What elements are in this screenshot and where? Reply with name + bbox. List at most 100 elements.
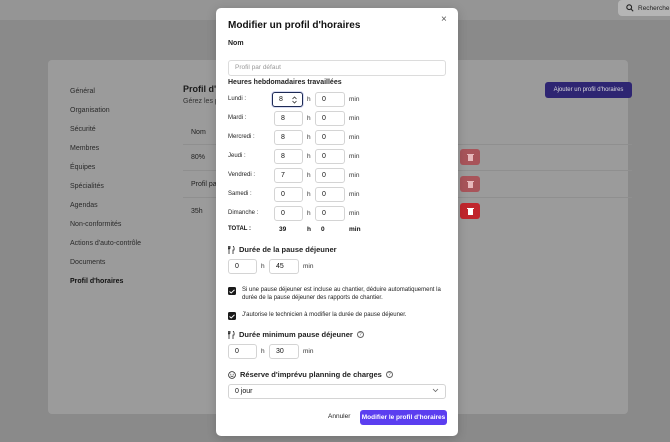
add-profile-button[interactable]: Ajouter un profil d'horaires xyxy=(545,82,632,98)
day-label-dimanche: Dimanche : xyxy=(228,210,259,216)
samedi-minutes-input[interactable]: 0 xyxy=(315,187,345,202)
modal-title: Modifier un profil d'horaires xyxy=(228,20,361,31)
vendredi-minutes-input[interactable]: 0 xyxy=(315,168,345,183)
lundi-minutes-input[interactable]: 0 xyxy=(315,92,345,107)
vendredi-hours-input[interactable]: 7 xyxy=(274,168,303,183)
lunch-hours-input[interactable]: 0 xyxy=(228,259,257,274)
minutes-unit: min xyxy=(349,210,360,217)
cancel-button[interactable]: Annuler xyxy=(328,413,350,420)
total-label: TOTAL : xyxy=(228,226,251,232)
name-input[interactable]: Profil par défaut xyxy=(228,60,446,76)
trash-icon xyxy=(466,154,474,161)
hours-unit: h xyxy=(307,153,311,160)
delete-button[interactable] xyxy=(460,203,480,219)
minutes-unit: min xyxy=(349,153,360,160)
delete-button[interactable] xyxy=(460,149,480,165)
hours-unit: h xyxy=(261,348,265,355)
allow-edit-text: J'autorise le technicien à modifier la d… xyxy=(242,312,407,318)
nav-item-organisation[interactable]: Organisation xyxy=(70,106,141,125)
hours-label: Heures hebdomadaires travaillées xyxy=(228,79,342,86)
table-row[interactable]: Profil pa xyxy=(191,181,217,188)
cutlery-icon xyxy=(228,330,235,339)
nav-item-profil-horaires[interactable]: Profil d'horaires xyxy=(70,277,141,296)
page-subtitle: Gérez les p xyxy=(183,98,219,105)
search-icon xyxy=(626,4,634,12)
name-label: Nom xyxy=(228,40,244,47)
trash-icon xyxy=(466,208,474,215)
nav-item-specialites[interactable]: Spécialités xyxy=(70,182,141,201)
total-hours-unit: h xyxy=(307,226,311,233)
check-icon xyxy=(229,313,235,319)
nav-item-agendas[interactable]: Agendas xyxy=(70,201,141,220)
minutes-unit: min xyxy=(349,191,360,198)
min-lunch-section-title: Durée minimum pause déjeuner ? xyxy=(228,330,364,339)
checkbox-checked[interactable] xyxy=(228,287,236,295)
trash-icon xyxy=(466,181,474,188)
hours-unit: h xyxy=(307,115,311,122)
day-label-samedi: Samedi : xyxy=(228,191,252,197)
settings-nav: Général Organisation Sécurité Membres Éq… xyxy=(70,87,141,296)
jeudi-hours-input[interactable]: 8 xyxy=(274,149,303,164)
minutes-unit: min xyxy=(303,263,314,270)
day-label-mardi: Mardi : xyxy=(228,115,247,121)
min-lunch-minutes-input[interactable]: 30 xyxy=(269,344,299,359)
column-header-name: Nom xyxy=(191,129,206,136)
lundi-hours-input[interactable]: 8 xyxy=(272,92,303,107)
deduct-lunch-checkbox-row[interactable]: Si une pause déjeuner est incluse au cha… xyxy=(228,286,450,302)
reserve-value: 0 jour xyxy=(235,388,253,395)
mardi-hours-input[interactable]: 8 xyxy=(274,111,303,126)
nav-item-non-conformites[interactable]: Non-conformités xyxy=(70,220,141,239)
minutes-unit: min xyxy=(349,96,360,103)
minutes-unit: min xyxy=(349,172,360,179)
total-hours: 39 xyxy=(279,226,287,233)
table-row[interactable]: 35h xyxy=(191,208,203,215)
nav-item-securite[interactable]: Sécurité xyxy=(70,125,141,144)
min-lunch-hours-input[interactable]: 0 xyxy=(228,344,257,359)
minutes-unit: min xyxy=(349,134,360,141)
search-button[interactable]: Recherche xyxy=(618,0,670,16)
nav-item-general[interactable]: Général xyxy=(70,87,141,106)
day-label-lundi: Lundi : xyxy=(228,96,247,102)
nav-item-membres[interactable]: Membres xyxy=(70,144,141,163)
mercredi-minutes-input[interactable]: 0 xyxy=(315,130,345,145)
lunch-minutes-input[interactable]: 45 xyxy=(269,259,299,274)
deduct-lunch-text: Si une pause déjeuner est incluse au cha… xyxy=(242,287,441,301)
mardi-minutes-input[interactable]: 0 xyxy=(315,111,345,126)
hours-unit: h xyxy=(261,263,265,270)
search-label: Recherche xyxy=(638,4,670,12)
dimanche-hours-input[interactable]: 0 xyxy=(274,206,303,221)
hours-unit: h xyxy=(307,172,311,179)
hours-unit: h xyxy=(307,96,311,103)
reserve-label: Réserve d'imprévu planning de charges xyxy=(240,370,382,379)
nav-item-documents[interactable]: Documents xyxy=(70,258,141,277)
jeudi-minutes-input[interactable]: 0 xyxy=(315,149,345,164)
checkbox-checked[interactable] xyxy=(228,312,236,320)
min-lunch-label: Durée minimum pause déjeuner xyxy=(239,330,353,339)
mercredi-hours-input[interactable]: 8 xyxy=(274,130,303,145)
lunch-label: Durée de la pause déjeuner xyxy=(239,245,337,254)
dimanche-minutes-input[interactable]: 0 xyxy=(315,206,345,221)
chevron-down-icon xyxy=(432,388,439,393)
total-minutes: 0 xyxy=(321,226,325,233)
lunch-section-title: Durée de la pause déjeuner xyxy=(228,245,337,254)
reserve-select[interactable]: 0 jour xyxy=(228,384,446,399)
allow-edit-checkbox-row[interactable]: J'autorise le technicien à modifier la d… xyxy=(228,311,450,320)
reserve-section-title: Réserve d'imprévu planning de charges ? xyxy=(228,370,393,379)
minutes-unit: min xyxy=(349,115,360,122)
hours-unit: h xyxy=(307,191,311,198)
nav-item-equipes[interactable]: Équipes xyxy=(70,163,141,182)
hours-unit: h xyxy=(307,134,311,141)
day-label-mercredi: Mercredi : xyxy=(228,134,255,140)
nav-item-actions-auto-controle[interactable]: Actions d'auto-contrôle xyxy=(70,239,141,258)
table-row[interactable]: 80% xyxy=(191,154,205,161)
info-icon[interactable]: ? xyxy=(356,331,364,338)
samedi-hours-input[interactable]: 0 xyxy=(274,187,303,202)
close-icon[interactable]: × xyxy=(441,14,447,25)
delete-button[interactable] xyxy=(460,176,480,192)
submit-button[interactable]: Modifier le profil d'horaires xyxy=(360,410,447,425)
info-icon[interactable]: ? xyxy=(385,371,393,378)
hours-unit: h xyxy=(307,210,311,217)
total-minutes-unit: min xyxy=(349,226,361,233)
day-label-jeudi: Jeudi : xyxy=(228,153,246,159)
minutes-unit: min xyxy=(303,348,314,355)
